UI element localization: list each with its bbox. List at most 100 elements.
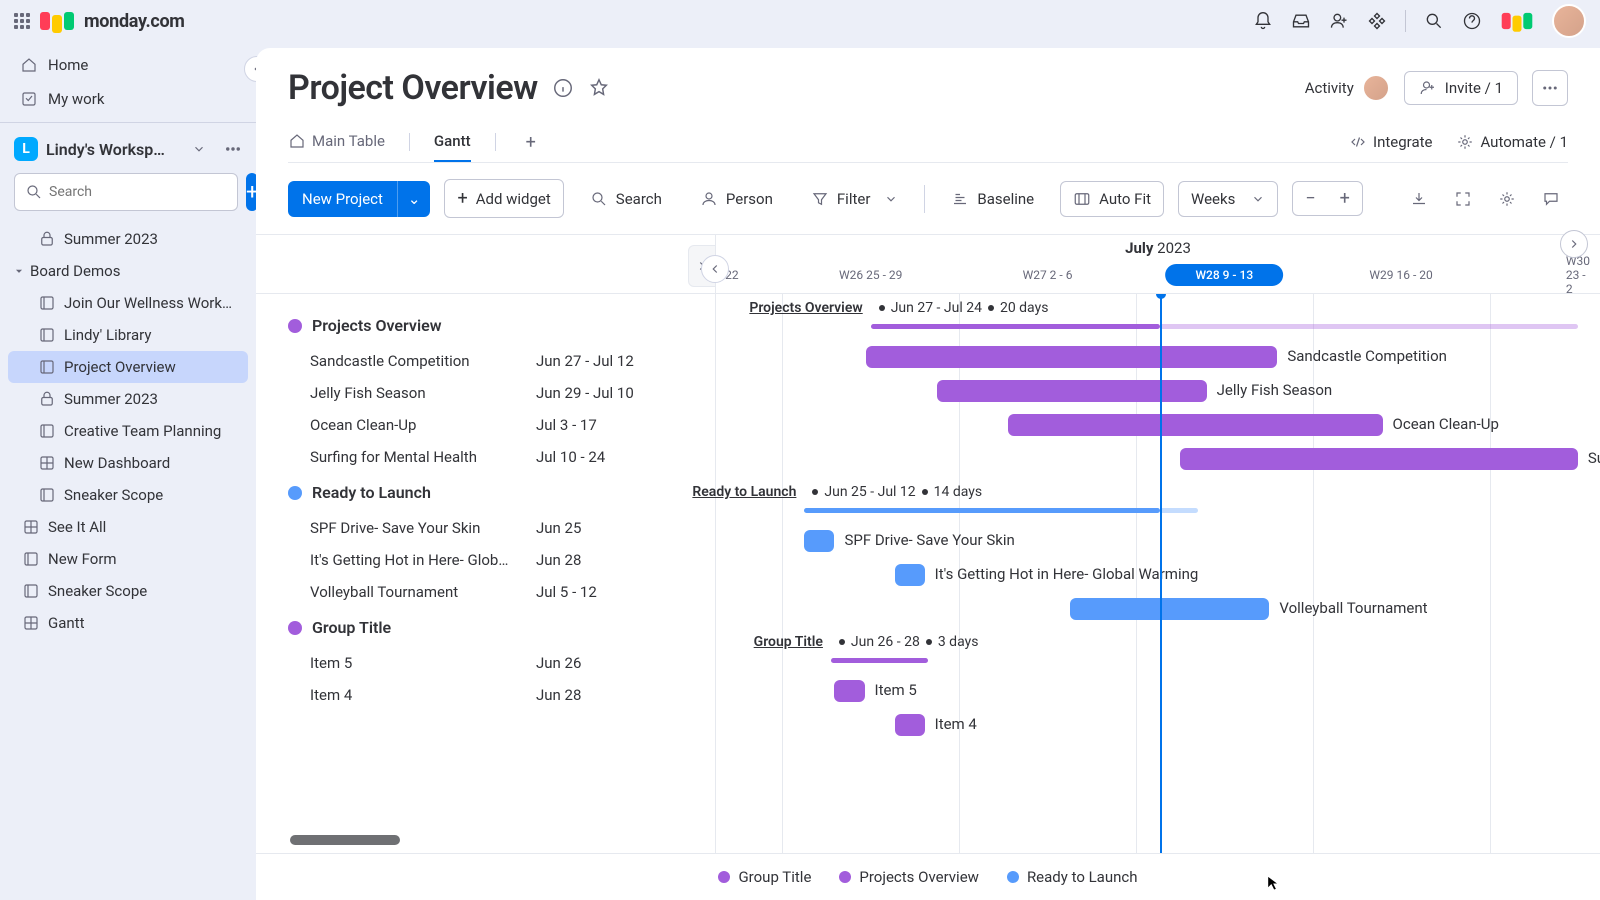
product-switcher-icon[interactable] <box>1502 13 1533 29</box>
add-widget-button[interactable]: +Add widget <box>444 179 563 218</box>
task-panel-collapse-button[interactable] <box>701 255 729 283</box>
legend-item[interactable]: Ready to Launch <box>1007 868 1138 886</box>
gantt-bar[interactable] <box>1008 414 1383 436</box>
user-avatar[interactable] <box>1552 4 1586 38</box>
toolbar-baseline-button[interactable]: Baseline <box>939 182 1046 216</box>
filter-icon <box>811 190 829 208</box>
sidebar-item[interactable]: See It All <box>8 511 248 543</box>
download-button[interactable] <box>1402 182 1436 216</box>
task-row[interactable]: It's Getting Hot in Here- Glob…Jun 28 <box>288 544 715 576</box>
task-row[interactable]: Ocean Clean-UpJul 3 - 17 <box>288 409 715 441</box>
tab-main-table[interactable]: Main Table <box>288 122 385 162</box>
new-project-button[interactable]: New Project⌄ <box>288 181 430 217</box>
gantt-bar-label: Surfin <box>1588 449 1600 467</box>
sidebar: Home My work L Lindy's Worksp… + Summer … <box>0 42 256 900</box>
comment-button[interactable] <box>1534 182 1568 216</box>
cursor-icon <box>1266 874 1280 892</box>
sidebar-search-input[interactable] <box>49 184 227 200</box>
gear-icon <box>1498 190 1516 208</box>
info-icon[interactable] <box>552 77 574 99</box>
gantt-bar-label: Item 4 <box>935 715 977 733</box>
task-row[interactable]: Surfing for Mental HealthJul 10 - 24 <box>288 441 715 473</box>
chevron-down-icon <box>192 142 206 156</box>
zoom-out-button[interactable]: − <box>1293 182 1327 215</box>
sidebar-item[interactable]: New Dashboard <box>8 447 248 479</box>
sidebar-item[interactable]: Project Overview <box>8 351 248 383</box>
workspace-selector[interactable]: L Lindy's Worksp… <box>0 129 256 169</box>
nav-home[interactable]: Home <box>6 48 250 82</box>
zoom-in-button[interactable]: + <box>1328 182 1362 215</box>
invite-icon[interactable] <box>1329 11 1349 31</box>
sidebar-item[interactable]: Sneaker Scope <box>8 575 248 607</box>
lock-icon <box>38 230 56 248</box>
tab-gantt[interactable]: Gantt <box>434 122 471 162</box>
horizontal-scrollbar[interactable] <box>290 835 400 845</box>
dashboard-icon <box>22 614 40 632</box>
sidebar-item[interactable]: Summer 2023 <box>8 383 248 415</box>
settings-button[interactable] <box>1490 182 1524 216</box>
legend-item[interactable]: Projects Overview <box>839 868 979 886</box>
brand-name: monday.com <box>84 11 185 32</box>
gantt-bar[interactable] <box>1180 448 1578 470</box>
more-icon[interactable] <box>224 140 242 158</box>
sidebar-item[interactable]: Gantt <box>8 607 248 639</box>
board-icon <box>38 422 56 440</box>
monday-logo-icon <box>40 12 74 30</box>
sidebar-folder[interactable]: Board Demos <box>0 255 256 287</box>
automate-button[interactable]: Automate / 1 <box>1456 133 1568 151</box>
group-header[interactable]: Group Title <box>288 608 715 647</box>
group-header[interactable]: Projects Overview <box>288 306 715 345</box>
task-row[interactable]: Volleyball TournamentJul 5 - 12 <box>288 576 715 608</box>
gantt-bar[interactable] <box>895 564 925 586</box>
gantt-chart[interactable]: Projects Overview Jun 27 - Jul 2420 days… <box>716 294 1600 853</box>
scale-selector[interactable]: Weeks <box>1178 181 1278 217</box>
activity-button[interactable]: Activity <box>1305 74 1390 102</box>
toolbar-search-button[interactable]: Search <box>578 182 674 216</box>
app-switcher-icon[interactable] <box>14 13 30 29</box>
group-header[interactable]: Ready to Launch <box>288 473 715 512</box>
sidebar-item[interactable]: New Form <box>8 543 248 575</box>
chevron-down-icon[interactable]: ⌄ <box>397 181 431 217</box>
legend-item[interactable]: Group Title <box>718 868 811 886</box>
expand-button[interactable] <box>1560 230 1588 258</box>
baseline-icon <box>951 190 969 208</box>
sidebar-item[interactable]: Join Our Wellness Work… <box>8 287 248 319</box>
timeline-week: W30 23 - 2 <box>1566 254 1590 296</box>
bell-icon[interactable] <box>1253 11 1273 31</box>
sidebar-item[interactable]: Lindy' Library <box>8 319 248 351</box>
task-row[interactable]: Sandcastle CompetitionJun 27 - Jul 12 <box>288 345 715 377</box>
toolbar-person-button[interactable]: Person <box>688 182 785 216</box>
help-icon[interactable] <box>1462 11 1482 31</box>
gantt-bar[interactable] <box>895 714 925 736</box>
toolbar-filter-button[interactable]: Filter <box>799 182 911 216</box>
task-row[interactable]: Item 4Jun 28 <box>288 679 715 711</box>
add-view-button[interactable]: + <box>520 126 542 159</box>
sidebar-item[interactable]: Summer 2023 <box>8 223 248 255</box>
gantt-bar[interactable] <box>866 346 1277 368</box>
timeline-week: W28 9 - 13 <box>1165 264 1283 286</box>
gantt-bar[interactable] <box>804 530 834 552</box>
person-icon <box>700 190 718 208</box>
gantt-bar[interactable] <box>834 680 864 702</box>
task-row[interactable]: SPF Drive- Save Your SkinJun 25 <box>288 512 715 544</box>
toolbar-autofit-button[interactable]: Auto Fit <box>1060 181 1164 217</box>
gantt-bar[interactable] <box>1070 598 1269 620</box>
search-icon <box>590 190 608 208</box>
sidebar-item[interactable]: Creative Team Planning <box>8 415 248 447</box>
board-title: Project Overview <box>288 68 538 108</box>
apps-icon[interactable] <box>1367 11 1387 31</box>
gantt-bar[interactable] <box>937 380 1207 402</box>
task-row[interactable]: Item 5Jun 26 <box>288 647 715 679</box>
sidebar-item[interactable]: Sneaker Scope <box>8 479 248 511</box>
search-icon[interactable] <box>1424 11 1444 31</box>
timeline-week: W29 16 - 20 <box>1369 268 1432 282</box>
integrate-button[interactable]: Integrate <box>1349 133 1432 151</box>
task-row[interactable]: Jelly Fish SeasonJun 29 - Jul 10 <box>288 377 715 409</box>
star-icon[interactable] <box>588 77 610 99</box>
fullscreen-button[interactable] <box>1446 182 1480 216</box>
inbox-icon[interactable] <box>1291 11 1311 31</box>
nav-my-work[interactable]: My work <box>6 82 250 116</box>
board-more-button[interactable] <box>1532 70 1568 106</box>
sidebar-search[interactable] <box>14 173 238 211</box>
invite-button[interactable]: Invite / 1 <box>1404 71 1518 105</box>
